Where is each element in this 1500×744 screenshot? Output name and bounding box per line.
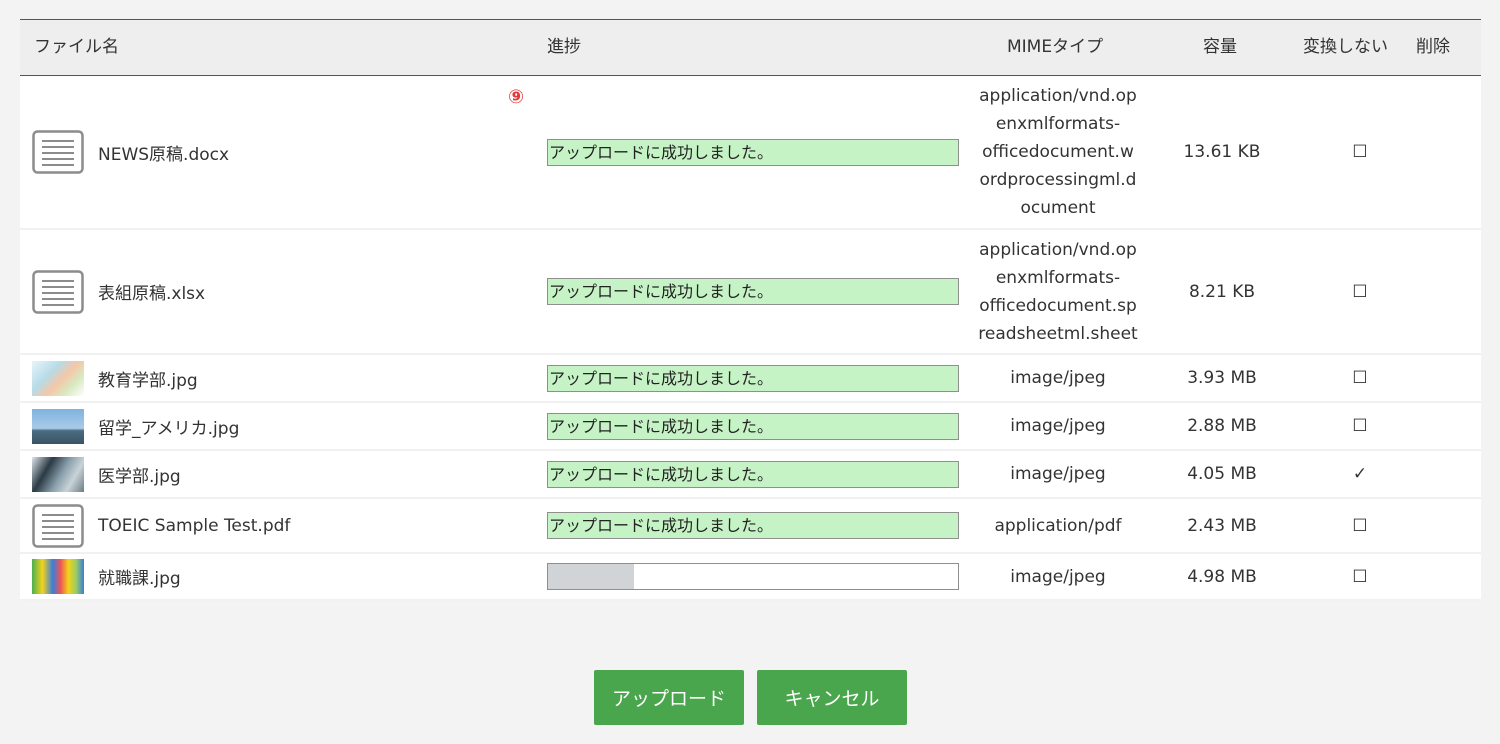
progress-status <box>548 567 549 586</box>
progress-bar: アップロードに成功しました。 <box>547 412 959 440</box>
annotation-marker: ⑨ <box>508 86 525 108</box>
no-convert-checkbox[interactable]: ☐ <box>1352 516 1367 536</box>
table-body: NEWS原稿.docx アップロードに成功しました。 application/vnd… <box>20 76 1481 601</box>
no-convert-checkbox[interactable]: ☐ <box>1352 142 1367 162</box>
progress-status: アップロードに成功しました。 <box>549 416 774 436</box>
mime-type: application/pdf <box>994 515 1122 536</box>
column-mime: MIMEタイプ <box>1007 37 1104 57</box>
no-convert-checkbox[interactable]: ☐ <box>1352 416 1367 436</box>
file-size: 2.88 MB <box>1187 416 1257 436</box>
table-row: NEWS原稿.docx アップロードに成功しました。 application/vnd… <box>20 76 1481 230</box>
image-thumbnail <box>32 456 84 492</box>
column-file-name: ファイル名 <box>34 37 119 57</box>
image-thumbnail <box>32 559 84 594</box>
file-name: 教育学部.jpg <box>98 370 198 391</box>
no-convert-checkbox[interactable]: ☐ <box>1352 368 1367 388</box>
progress-bar: アップロードに成功しました。 <box>547 512 959 539</box>
no-convert-checkbox[interactable]: ☐ <box>1352 282 1367 302</box>
cancel-button[interactable]: キャンセル <box>757 670 907 725</box>
table-row: 就職課.jpg image/jpeg 4.98 MB ☐ <box>20 554 1481 601</box>
mime-type: image/jpeg <box>1010 464 1106 484</box>
document-icon <box>32 130 84 174</box>
column-size: 容量 <box>1203 37 1237 57</box>
file-name: TOEIC Sample Test.pdf <box>98 515 291 536</box>
table-row: 留学_アメリカ.jpg アップロードに成功しました。 image/jpeg 2.88 … <box>20 403 1481 451</box>
upload-table: ファイル名 進捗 MIMEタイプ 容量 変換しない 削除 NEWS原稿.docx… <box>20 19 1481 601</box>
document-icon <box>32 503 84 548</box>
image-thumbnail <box>32 408 84 444</box>
progress-bar: アップロードに成功しました。 <box>547 460 959 488</box>
mime-type: image/jpeg <box>1010 416 1106 436</box>
table-row: TOEIC Sample Test.pdf アップロードに成功しました。 appli… <box>20 499 1481 554</box>
table-row: 表組原稿.xlsx アップロードに成功しました。 application/vnd.o… <box>20 230 1481 355</box>
column-delete: 削除 <box>1416 37 1450 57</box>
file-name: 留学_アメリカ.jpg <box>98 418 240 439</box>
progress-bar: アップロードに成功しました。 <box>547 364 959 392</box>
mime-type: image/jpeg <box>1010 566 1106 587</box>
progress-status: アップロードに成功しました。 <box>549 282 774 301</box>
file-name: 就職課.jpg <box>98 569 181 589</box>
progress-status: アップロードに成功しました。 <box>549 516 774 535</box>
progress-bar <box>547 563 959 590</box>
progress-bar: アップロードに成功しました。 <box>547 138 959 166</box>
progress-fill <box>548 564 635 589</box>
progress-status: アップロードに成功しました。 <box>549 464 774 484</box>
table-row: 教育学部.jpg アップロードに成功しました。 image/jpeg 3.93 MB ☐ <box>20 355 1481 403</box>
file-name: 医学部.jpg <box>98 466 181 487</box>
document-icon <box>32 269 84 314</box>
progress-status: アップロードに成功しました。 <box>549 368 774 388</box>
upload-button[interactable]: アップロード <box>594 670 744 725</box>
table-header: ファイル名 進捗 MIMEタイプ 容量 変換しない 削除 <box>20 20 1481 76</box>
mime-type: application/vnd.op enxmlformats- officed… <box>978 239 1138 344</box>
no-convert-checkbox[interactable]: ☐ <box>1352 567 1367 587</box>
file-size: 13.61 KB <box>1183 142 1261 162</box>
file-name: NEWS原稿.docx <box>98 144 230 165</box>
column-progress: 進捗 <box>547 37 581 57</box>
file-size: 4.05 MB <box>1187 464 1257 484</box>
image-thumbnail <box>32 360 84 396</box>
file-size: 4.98 MB <box>1187 566 1257 587</box>
progress-status: アップロードに成功しました。 <box>549 142 774 162</box>
progress-bar: アップロードに成功しました。 <box>547 278 959 305</box>
table-row: 医学部.jpg アップロードに成功しました。 image/jpeg 4.05 MB ✓ <box>20 451 1481 499</box>
file-size: 2.43 MB <box>1187 515 1257 536</box>
no-convert-checkbox[interactable]: ✓ <box>1353 464 1367 484</box>
mime-type: image/jpeg <box>1010 368 1106 388</box>
column-no-convert: 変換しない <box>1303 37 1388 57</box>
file-size: 8.21 KB <box>1188 281 1256 302</box>
mime-type: application/vnd.op enxmlformats- officed… <box>979 86 1137 218</box>
file-size: 3.93 MB <box>1187 368 1257 388</box>
file-name: 表組原稿.xlsx <box>98 284 206 304</box>
